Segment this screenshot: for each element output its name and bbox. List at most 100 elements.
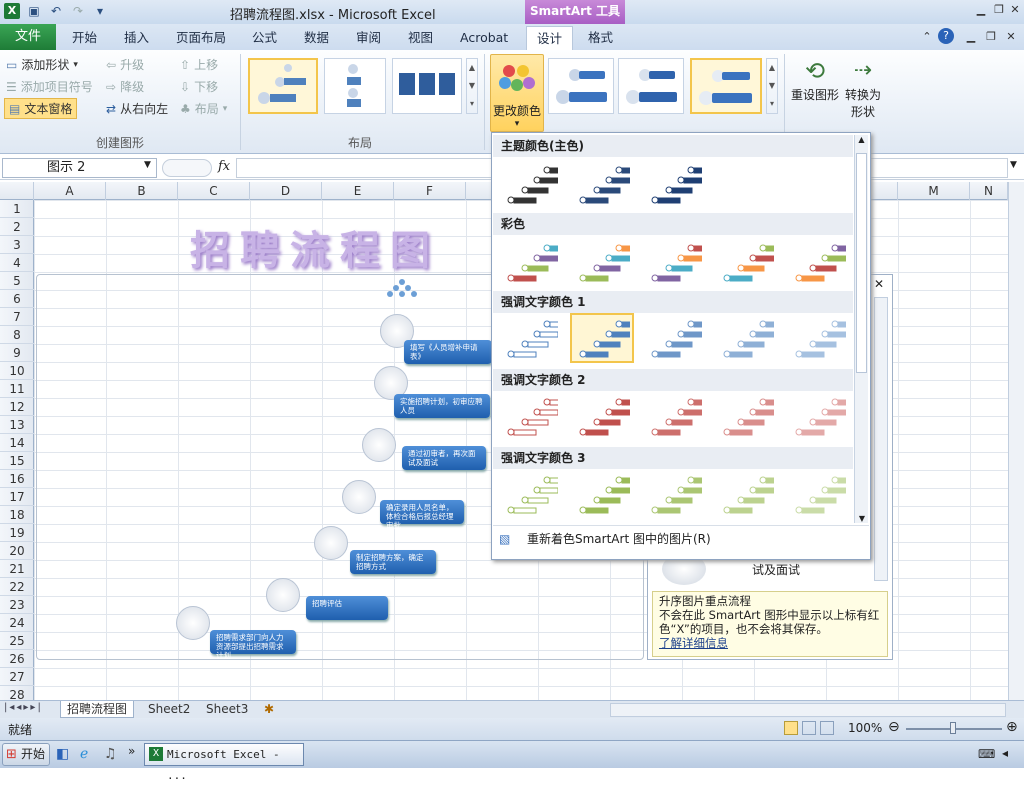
column-header[interactable]: M	[898, 182, 970, 200]
keyboard-icon[interactable]: ⌨	[978, 747, 995, 761]
color-swatch[interactable]	[714, 313, 778, 363]
row-header[interactable]: 20	[0, 542, 34, 560]
ribbon-collapse-icon[interactable]: ⌃	[918, 29, 936, 45]
horizontal-scrollbar[interactable]	[610, 703, 1006, 717]
row-header[interactable]: 9	[0, 344, 34, 362]
right-to-left-button[interactable]: ⇄ 从右向左	[106, 100, 168, 117]
row-header[interactable]: 18	[0, 506, 34, 524]
column-header[interactable]: C	[178, 182, 250, 200]
speaker-icon[interactable]: ◂	[1002, 746, 1008, 760]
doc-minimize-icon[interactable]: ▁	[962, 29, 980, 45]
insert-function-icon[interactable]: fx	[218, 159, 230, 174]
row-header[interactable]: 23	[0, 596, 34, 614]
expand-formula-bar-icon[interactable]: ▼	[1010, 160, 1017, 170]
color-swatch[interactable]	[498, 313, 562, 363]
normal-view-icon[interactable]	[784, 721, 798, 735]
color-swatch-selected[interactable]	[570, 313, 634, 363]
step-image[interactable]	[314, 526, 348, 560]
smartart-step[interactable]: 招聘需求部门向人力资源部提出招聘需求计划	[210, 630, 296, 660]
tab-view[interactable]: 视图	[398, 26, 443, 50]
doc-restore-icon[interactable]: ❐	[982, 29, 1000, 45]
smartart-step[interactable]: 通过初审者，再次面试及面试	[402, 446, 486, 470]
chevron-down-icon[interactable]: ▼	[144, 160, 151, 170]
tab-review[interactable]: 审阅	[346, 26, 391, 50]
close-icon[interactable]: ✕	[1006, 2, 1024, 18]
smartart-step[interactable]: 制定招聘方案，确定招聘方式	[350, 550, 436, 574]
row-header[interactable]: 17	[0, 488, 34, 506]
color-swatch[interactable]	[570, 469, 634, 519]
recolor-pictures-item[interactable]: ▧ 重新着色SmartArt 图中的图片(R)	[493, 525, 869, 551]
convert-to-shapes-button[interactable]: ⇢ 转换为 形状	[842, 56, 884, 120]
color-swatch[interactable]	[786, 469, 850, 519]
color-swatch[interactable]	[714, 237, 778, 287]
style-gallery-scroll[interactable]: ▲ ▼ ▾	[766, 58, 778, 114]
smartart-step[interactable]: 确定录用人员名单，体检合格后报总经理审批	[380, 500, 464, 530]
color-swatch[interactable]	[570, 391, 634, 441]
tab-page-layout[interactable]: 页面布局	[166, 26, 236, 50]
sheet-tab-active[interactable]: 招聘流程图	[60, 701, 135, 718]
dropdown-scrollbar[interactable]: ▲ ▼	[854, 135, 868, 523]
scroll-thumb[interactable]	[856, 153, 867, 373]
vertical-scrollbar[interactable]	[1008, 182, 1024, 700]
color-swatch[interactable]	[642, 313, 706, 363]
color-swatch[interactable]	[786, 391, 850, 441]
zoom-slider-thumb[interactable]	[950, 722, 956, 734]
tab-home[interactable]: 开始	[62, 26, 107, 50]
color-swatch[interactable]	[642, 469, 706, 519]
row-header[interactable]: 24	[0, 614, 34, 632]
tab-acrobat[interactable]: Acrobat	[450, 26, 518, 50]
excel-app-icon[interactable]: X	[4, 3, 20, 19]
column-header[interactable]: E	[322, 182, 394, 200]
change-colors-dropdown[interactable]: 主题颜色(主色) 彩色 强调文字颜色 1 强调文字颜色 2 强调文字颜色 3 ▲	[491, 132, 871, 560]
row-header[interactable]: 22	[0, 578, 34, 596]
change-colors-button[interactable]: 更改颜色 ▾	[490, 54, 544, 132]
text-pane-item[interactable]: 试及面试	[752, 561, 800, 578]
row-header[interactable]: 26	[0, 650, 34, 668]
desktop-icon[interactable]: ◧	[56, 746, 69, 762]
minimize-icon[interactable]: ▁	[972, 2, 990, 18]
add-bullet-button[interactable]: ☰ 添加项目符号	[6, 78, 93, 95]
media-icon[interactable]: ♫	[104, 746, 117, 762]
color-swatch[interactable]	[714, 469, 778, 519]
sheet-tab[interactable]: Sheet2	[142, 701, 196, 718]
row-header[interactable]: 7	[0, 308, 34, 326]
row-header[interactable]: 15	[0, 452, 34, 470]
demote-button[interactable]: ⇨ 降级	[106, 78, 144, 95]
tab-data[interactable]: 数据	[294, 26, 339, 50]
style-thumb-3-selected[interactable]	[690, 58, 762, 114]
column-header[interactable]: N	[970, 182, 1008, 200]
sheet-tab[interactable]: Sheet3	[200, 701, 254, 718]
row-header[interactable]: 13	[0, 416, 34, 434]
row-header[interactable]: 8	[0, 326, 34, 344]
formula-bar-handle[interactable]	[162, 159, 212, 177]
step-image[interactable]	[176, 606, 210, 640]
redo-icon[interactable]: ↷	[70, 3, 86, 19]
color-swatch[interactable]	[642, 391, 706, 441]
undo-icon[interactable]: ↶	[48, 3, 64, 19]
column-header[interactable]: B	[106, 182, 178, 200]
row-header[interactable]: 1	[0, 200, 34, 218]
layout-thumb-ascending-picture[interactable]	[248, 58, 318, 114]
chevron-right-icon[interactable]: »	[128, 744, 135, 758]
row-header[interactable]: 5	[0, 272, 34, 290]
save-icon[interactable]: ▣	[26, 3, 42, 19]
row-header[interactable]: 2	[0, 218, 34, 236]
sheet-nav-arrows-icon[interactable]: |◂◂▸▸|	[4, 702, 43, 713]
color-swatch[interactable]	[498, 159, 562, 209]
start-button[interactable]: ⊞ 开始	[2, 743, 50, 766]
column-header[interactable]: F	[394, 182, 466, 200]
help-icon[interactable]: ?	[938, 28, 954, 44]
step-image[interactable]	[342, 480, 376, 514]
color-swatch[interactable]	[570, 159, 634, 209]
column-header[interactable]: A	[34, 182, 106, 200]
zoom-in-icon[interactable]: ⊕	[1006, 719, 1018, 735]
row-header[interactable]: 21	[0, 560, 34, 578]
close-icon[interactable]: ✕	[874, 277, 884, 291]
page-layout-view-icon[interactable]	[802, 721, 816, 735]
style-thumb-1[interactable]	[548, 58, 614, 114]
color-swatch[interactable]	[498, 391, 562, 441]
tab-format[interactable]: 格式	[578, 26, 623, 50]
promote-button[interactable]: ⇦ 升级	[106, 56, 144, 73]
zoom-out-icon[interactable]: ⊖	[888, 719, 900, 735]
row-header[interactable]: 12	[0, 398, 34, 416]
